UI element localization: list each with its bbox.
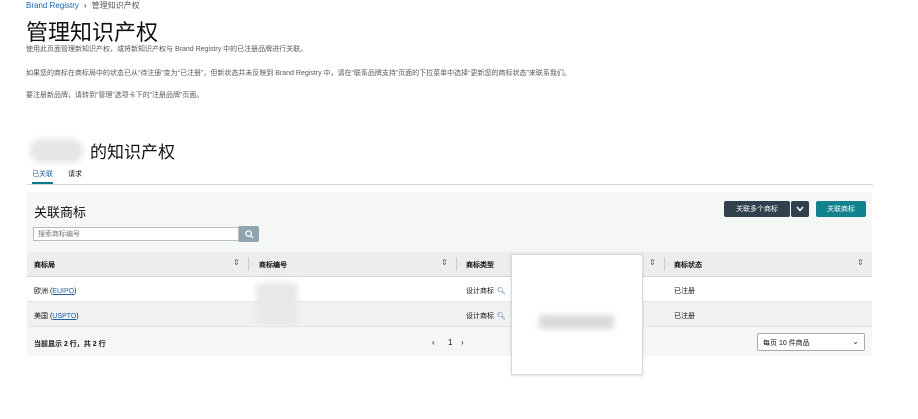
current-page[interactable]: 1 [448, 338, 452, 347]
office-name: 美国 [34, 313, 48, 320]
page-title: 管理知识产权 [26, 20, 159, 45]
table-row [27, 277, 872, 302]
breadcrumb-current: 管理知识产权 [91, 1, 140, 10]
sort-icon[interactable]: ⇕ [857, 258, 864, 267]
chevron-down-icon: ⌄ [852, 337, 859, 346]
next-page-button[interactable]: › [461, 338, 464, 347]
page-description-2: 如果您的商标在商标局中的状态已从“待注册”变为“已注册”，但新状态并未反映到 B… [26, 70, 571, 77]
breadcrumb-root[interactable]: Brand Registry [26, 1, 79, 10]
per-page-value: 每页 10 件商品 [763, 340, 810, 347]
trademark-type: 设计商标 [466, 288, 494, 295]
search-button[interactable] [239, 226, 259, 242]
chevron-down-icon [796, 206, 804, 212]
magnifier-icon[interactable]: 🔍︎ [497, 288, 506, 295]
breadcrumb-separator: › [83, 1, 87, 10]
column-header-number[interactable]: 商标编号 [259, 260, 287, 270]
link-multiple-trademarks-button[interactable]: 关联多个商标 [724, 201, 790, 217]
column-divider [664, 257, 665, 271]
table-row [27, 302, 872, 327]
column-header-office[interactable]: 商标局 [34, 260, 55, 270]
panel-title: 关联商标 [34, 205, 87, 220]
column-divider [456, 257, 457, 271]
redacted-content [539, 315, 614, 329]
table-header [27, 252, 872, 277]
cell-status: 已注册 [674, 288, 695, 295]
column-header-type[interactable]: 商标类型 [466, 260, 494, 270]
search-input[interactable] [33, 227, 239, 241]
cell-office: 美国 (USPTO) [34, 313, 79, 320]
column-header-status[interactable]: 商标状态 [674, 260, 702, 270]
tab-divider [27, 184, 873, 185]
row-count-text: 当前显示 2 行，共 2 行 [34, 341, 106, 348]
office-name: 欧洲 [34, 288, 48, 295]
cell-status: 已注册 [674, 313, 695, 320]
link-trademark-button[interactable]: 关联商标 [816, 201, 866, 217]
office-code-link[interactable]: EUIPO [52, 288, 74, 295]
cell-type: 设计商标 🔍︎ [466, 311, 506, 321]
magnifier-icon[interactable]: 🔍︎ [497, 313, 506, 320]
trademark-type: 设计商标 [466, 313, 494, 320]
per-page-select[interactable]: 每页 10 件商品 ⌄ [757, 333, 865, 351]
prev-page-button[interactable]: ‹ [432, 338, 435, 347]
tab-linked[interactable]: 已关联 [32, 169, 53, 184]
page-description-1: 使用此页面管理新知识产权，或将新知识产权与 Brand Registry 中的已… [26, 46, 308, 53]
sort-icon[interactable]: ⇕ [649, 258, 656, 267]
tab-requests[interactable]: 请求 [68, 169, 82, 179]
office-code-link[interactable]: USPTO [52, 313, 76, 320]
section-title: 的知识产权 [90, 143, 175, 162]
column-divider [248, 257, 249, 271]
search-icon [244, 229, 254, 239]
sort-icon[interactable]: ⇕ [441, 258, 448, 267]
brand-name-redacted [30, 139, 83, 163]
page-description-3: 要注册新品牌，请转到“管理”选项卡下的“注册品牌”页面。 [26, 92, 204, 99]
breadcrumb: Brand Registry › 管理知识产权 [26, 0, 140, 11]
cell-office: 欧洲 (EUIPO) [34, 288, 77, 295]
cell-type: 设计商标 🔍︎ [466, 286, 506, 296]
trademark-number-redacted [256, 283, 298, 325]
link-multiple-dropdown-button[interactable] [791, 201, 809, 217]
sort-icon[interactable]: ⇕ [233, 258, 240, 267]
